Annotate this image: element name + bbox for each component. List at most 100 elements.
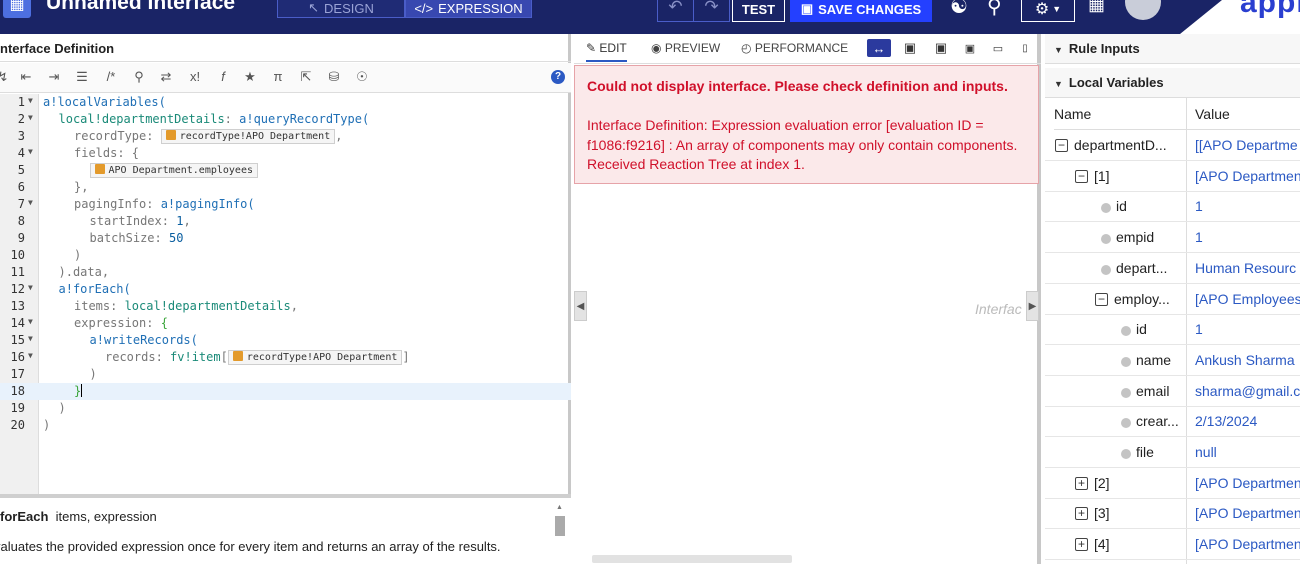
- search-icon[interactable]: ⚲: [987, 0, 1002, 19]
- variable-value[interactable]: 1: [1195, 229, 1203, 245]
- globe-icon[interactable]: ☯: [950, 0, 968, 19]
- collapse-left-button[interactable]: ◀: [574, 291, 587, 321]
- format-icon[interactable]: ☰: [73, 69, 91, 85]
- fold-arrow-icon[interactable]: ▼: [28, 96, 33, 105]
- code-line[interactable]: 4 ▼ fields: {: [0, 145, 571, 162]
- fold-arrow-icon[interactable]: ▼: [28, 283, 33, 292]
- code-editor[interactable]: 1 ▼ a!localVariables(2 ▼ local!departmentDet…: [0, 94, 571, 494]
- tablet-landscape-icon[interactable]: ▣: [958, 39, 982, 57]
- redo-button[interactable]: ↷: [693, 0, 730, 22]
- wrap-icon[interactable]: ↯: [0, 69, 12, 85]
- record-chip[interactable]: APO Department.employees: [89, 163, 258, 178]
- doc-scrollbar[interactable]: ▲: [553, 502, 567, 564]
- variable-value[interactable]: [[APO Departme: [1195, 137, 1298, 153]
- design-mode-button[interactable]: ↖ DESIGN: [277, 0, 405, 18]
- variable-row[interactable]: file null: [1045, 437, 1300, 468]
- code-line[interactable]: 1 ▼ a!localVariables(: [0, 94, 571, 111]
- code-line[interactable]: 9 batchSize: 50: [0, 230, 571, 247]
- variable-value[interactable]: [APO Departmen: [1195, 505, 1300, 521]
- code-line[interactable]: 10): [0, 247, 571, 264]
- desktop-icon[interactable]: ▣: [929, 39, 953, 57]
- tab-edit[interactable]: ✎ EDIT: [586, 41, 627, 62]
- variable-row[interactable]: − departmentD... [[APO Departme: [1045, 130, 1300, 161]
- variable-value[interactable]: Ankush Sharma: [1195, 352, 1295, 368]
- code-line[interactable]: 2 ▼ local!departmentDetails: a!queryRecord…: [0, 111, 571, 128]
- code-line[interactable]: 11).data,: [0, 264, 571, 281]
- code-line[interactable]: 13 items: local!departmentDetails,: [0, 298, 571, 315]
- code-line[interactable]: 20): [0, 417, 571, 434]
- settings-button[interactable]: ⚙ ▼: [1021, 0, 1075, 22]
- rule-inputs-section[interactable]: ▼ Rule Inputs: [1045, 34, 1300, 64]
- variable-value[interactable]: Human Resourc: [1195, 260, 1296, 276]
- function-icon[interactable]: f: [214, 69, 232, 84]
- clear-icon[interactable]: x!: [186, 69, 204, 84]
- undo-button[interactable]: ↶: [657, 0, 694, 22]
- fold-arrow-icon[interactable]: ▼: [28, 113, 33, 122]
- pi-icon[interactable]: π: [269, 69, 287, 84]
- fold-arrow-icon[interactable]: ▼: [28, 334, 33, 343]
- globe-icon[interactable]: ☉: [353, 69, 371, 85]
- fold-arrow-icon[interactable]: ▼: [28, 198, 33, 207]
- variable-value[interactable]: 2/13/2024: [1195, 413, 1257, 429]
- star-icon[interactable]: ★: [241, 69, 259, 85]
- comment-icon[interactable]: /*: [102, 69, 120, 84]
- expand-icon[interactable]: +: [1075, 507, 1088, 521]
- record-chip[interactable]: recordType!APO Department: [160, 129, 336, 144]
- database-icon[interactable]: ⛁: [325, 69, 343, 85]
- code-line[interactable]: 18}: [0, 383, 571, 400]
- code-line[interactable]: 15 ▼ a!writeRecords(: [0, 332, 571, 349]
- scroll-thumb[interactable]: [555, 516, 565, 536]
- collapse-icon[interactable]: −: [1055, 139, 1068, 152]
- variable-row[interactable]: email sharma@gmail.c: [1045, 376, 1300, 407]
- export-icon[interactable]: ⇱: [297, 69, 315, 85]
- variable-value[interactable]: 1: [1195, 198, 1203, 214]
- variable-row[interactable]: + [4] [APO Departmen: [1045, 529, 1300, 561]
- code-line[interactable]: 5 APO Department.employees: [0, 162, 571, 179]
- outdent-icon[interactable]: ⇤: [17, 69, 35, 85]
- collapse-right-button[interactable]: ▶: [1026, 291, 1039, 321]
- phone-icon[interactable]: ▯: [1013, 39, 1037, 57]
- horizontal-scrollbar[interactable]: [592, 555, 792, 563]
- variable-row[interactable]: id 1: [1045, 314, 1300, 346]
- expand-icon[interactable]: +: [1075, 538, 1088, 552]
- variable-value[interactable]: 1: [1195, 321, 1203, 337]
- variable-row[interactable]: empid 1: [1045, 222, 1300, 254]
- record-chip[interactable]: recordType!APO Department: [227, 350, 403, 365]
- code-line[interactable]: 16 ▼ records: fv!item[recordType!APO Depar…: [0, 349, 571, 366]
- fit-width-icon[interactable]: ↔: [867, 39, 891, 57]
- code-line[interactable]: 6},: [0, 179, 571, 196]
- expand-icon[interactable]: +: [1075, 476, 1088, 490]
- desktop-wide-icon[interactable]: ▣: [898, 39, 922, 57]
- scroll-up-icon[interactable]: ▲: [556, 504, 563, 511]
- help-icon[interactable]: ?: [551, 70, 565, 84]
- code-line[interactable]: 12 ▼ a!forEach(: [0, 281, 571, 298]
- avatar[interactable]: [1125, 0, 1161, 20]
- fold-arrow-icon[interactable]: ▼: [28, 147, 33, 156]
- fold-arrow-icon[interactable]: ▼: [28, 317, 33, 326]
- search-icon[interactable]: ⚲: [130, 69, 148, 85]
- variable-row[interactable]: − [1] [APO Departmen: [1045, 161, 1300, 192]
- tablet-portrait-icon[interactable]: ▭: [986, 39, 1010, 57]
- save-changes-button[interactable]: ▣ SAVE CHANGES: [790, 0, 932, 22]
- variable-value[interactable]: [APO Departmen: [1195, 475, 1300, 491]
- collapse-icon[interactable]: −: [1095, 292, 1108, 306]
- variable-row[interactable]: − employ... [APO Employees: [1045, 284, 1300, 315]
- variable-value[interactable]: sharma@gmail.c: [1195, 383, 1300, 399]
- variable-row[interactable]: depart... Human Resourc: [1045, 253, 1300, 284]
- interface-title[interactable]: Unnamed Interface: [46, 0, 235, 15]
- code-line[interactable]: 3 recordType: recordType!APO Department,: [0, 128, 571, 145]
- code-line[interactable]: 19): [0, 400, 571, 417]
- variable-row[interactable]: + [2] [APO Departmen: [1045, 468, 1300, 499]
- collapse-icon[interactable]: −: [1075, 169, 1088, 183]
- variable-value[interactable]: [APO Employees: [1195, 291, 1300, 307]
- expression-mode-button[interactable]: </> EXPRESSION: [405, 0, 532, 18]
- tab-performance[interactable]: ◴ PERFORMANCE: [741, 41, 848, 55]
- variable-row[interactable]: + [3] [APO Departmen: [1045, 498, 1300, 530]
- tab-preview[interactable]: ◉ PREVIEW: [651, 41, 720, 55]
- indent-icon[interactable]: ⇥: [45, 69, 63, 85]
- variable-value[interactable]: [APO Departmen: [1195, 536, 1300, 552]
- code-line[interactable]: 14 ▼ expression: {: [0, 315, 571, 332]
- variable-row[interactable]: crear... 2/13/2024: [1045, 406, 1300, 438]
- variable-row[interactable]: id 1: [1045, 191, 1300, 223]
- code-line[interactable]: 8 startIndex: 1,: [0, 213, 571, 230]
